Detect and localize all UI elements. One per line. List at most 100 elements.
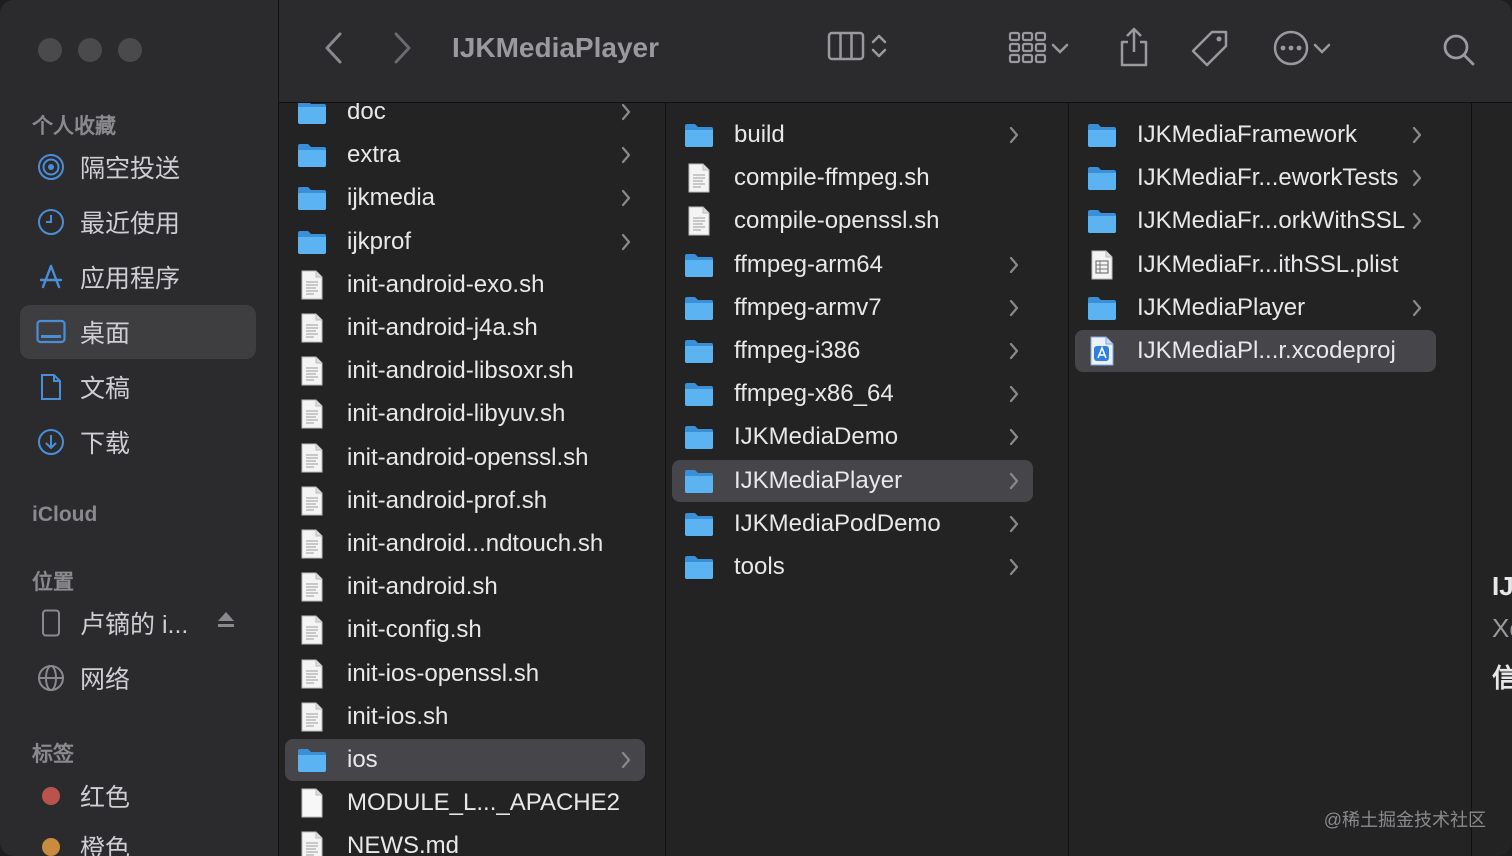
item-name: extra — [347, 141, 401, 169]
item-name: build — [734, 121, 785, 148]
folder-row[interactable]: ffmpeg-x86_64 — [672, 373, 1033, 415]
eject-icon[interactable] — [216, 610, 236, 635]
folder-row[interactable]: IJKMediaDemo — [672, 416, 1033, 458]
folder-icon — [297, 103, 327, 126]
item-name: init-android-libyuv.sh — [347, 400, 566, 428]
folder-icon — [297, 228, 327, 256]
sidebar-item-recents[interactable]: 最近使用 — [20, 195, 256, 249]
folder-row[interactable]: ijkprof — [285, 221, 645, 263]
item-name: init-ios-openssl.sh — [347, 659, 540, 687]
back-button[interactable] — [321, 30, 347, 66]
preview-title: IJ — [1492, 571, 1512, 601]
file-row[interactable]: init-android-prof.sh — [285, 480, 645, 522]
sidebar-item-label: 卢镝的 i... — [80, 611, 189, 639]
file-row[interactable]: init-android-openssl.sh — [285, 437, 645, 479]
folder-row[interactable]: IJKMediaPlayer — [1075, 287, 1436, 329]
folder-row[interactable]: ios — [285, 739, 645, 781]
text-file-icon — [297, 270, 327, 300]
phone-icon — [36, 608, 66, 638]
folder-row[interactable]: doc — [285, 103, 645, 133]
plist-file-icon — [1087, 250, 1117, 280]
sidebar-item-applications[interactable]: 应用程序 — [20, 250, 256, 304]
zoom-window-button[interactable] — [118, 38, 142, 62]
close-window-button[interactable] — [38, 38, 62, 62]
folder-row[interactable]: build — [672, 114, 1033, 156]
item-name: init-android-exo.sh — [347, 270, 545, 298]
sidebar-item-desktop[interactable]: 桌面 — [20, 305, 256, 359]
folder-row[interactable]: IJKMediaFramework — [1075, 114, 1436, 156]
file-row[interactable]: init-android-libsoxr.sh — [285, 350, 645, 392]
folder-row[interactable]: ffmpeg-i386 — [672, 330, 1033, 372]
item-name: IJKMediaFr...orkWithSSL — [1137, 207, 1406, 235]
file-row[interactable]: compile-ffmpeg.sh — [672, 157, 1033, 199]
file-row[interactable]: IJKMediaFr...ithSSL.plist — [1075, 244, 1436, 286]
file-row[interactable]: NEWS.md — [285, 825, 645, 856]
file-row[interactable]: MODULE_L..._APACHE2 — [285, 782, 645, 824]
sidebar-item-network[interactable]: 网络 — [20, 651, 256, 705]
minimize-window-button[interactable] — [78, 38, 102, 62]
sidebar-item-documents[interactable]: 文稿 — [20, 360, 256, 414]
search-button[interactable] — [1441, 32, 1477, 68]
folder-icon — [684, 294, 714, 322]
item-name: IJKMediaPodDemo — [734, 509, 941, 537]
folder-row[interactable]: IJKMediaPodDemo — [672, 503, 1033, 545]
sidebar-item-downloads[interactable]: 下载 — [20, 415, 256, 469]
sidebar-item-airdrop[interactable]: 隔空投送 — [20, 140, 256, 194]
file-icon — [297, 788, 327, 818]
more-actions-button[interactable] — [1271, 28, 1333, 68]
sidebar-item-iphone[interactable]: 卢镝的 i... — [20, 596, 256, 650]
file-row[interactable]: init-android-j4a.sh — [285, 307, 645, 349]
folder-icon — [1087, 164, 1117, 192]
folder-icon — [297, 746, 327, 774]
sidebar-item-label: 网络 — [80, 666, 131, 694]
file-row[interactable]: init-android-exo.sh — [285, 264, 645, 306]
folder-row[interactable]: ffmpeg-arm64 — [672, 244, 1033, 286]
item-name: IJKMediaPlayer — [734, 466, 903, 494]
item-name: init-android-prof.sh — [347, 486, 548, 514]
airdrop-icon — [36, 152, 66, 182]
chevron-right-icon — [1410, 124, 1424, 151]
folder-icon — [684, 380, 714, 408]
sidebar-item-tag-orange[interactable]: 橙色 — [20, 820, 256, 856]
folder-row[interactable]: IJKMediaPlayer — [672, 459, 1033, 502]
chevron-right-icon — [1007, 297, 1021, 324]
file-row[interactable]: init-android...ndtouch.sh — [285, 523, 645, 565]
folder-row[interactable]: IJKMediaFr...orkWithSSL — [1075, 200, 1436, 242]
text-file-icon — [297, 615, 327, 645]
item-name: compile-ffmpeg.sh — [734, 164, 930, 192]
item-name: init-config.sh — [347, 616, 482, 644]
folder-icon — [684, 553, 714, 581]
chevron-down-icon — [1313, 43, 1331, 54]
text-file-icon — [297, 572, 327, 602]
file-row[interactable]: init-ios.sh — [285, 696, 645, 738]
file-row[interactable]: init-android-libyuv.sh — [285, 393, 645, 435]
chevron-right-icon — [1007, 124, 1021, 151]
file-row[interactable]: init-config.sh — [285, 609, 645, 651]
folder-row[interactable]: ijkmedia — [285, 177, 645, 219]
file-row[interactable]: init-android.sh — [285, 566, 645, 608]
text-file-icon — [297, 356, 327, 386]
item-name: ios — [347, 746, 378, 773]
item-name: IJKMediaPlayer — [1137, 293, 1306, 321]
file-row[interactable]: compile-openssl.sh — [672, 200, 1033, 242]
file-row[interactable]: IJKMediaPl...r.xcodeproj — [1075, 330, 1436, 372]
sidebar-section-icloud: iCloud — [32, 503, 98, 526]
file-row[interactable]: init-ios-openssl.sh — [285, 653, 645, 695]
folder-row[interactable]: IJKMediaFr...eworkTests — [1075, 157, 1436, 199]
group-button[interactable] — [1007, 30, 1071, 66]
text-file-icon — [297, 313, 327, 343]
share-button[interactable] — [1117, 26, 1151, 68]
forward-button[interactable] — [389, 30, 415, 66]
folder-row[interactable]: tools — [672, 546, 1033, 588]
folder-row[interactable]: ffmpeg-armv7 — [672, 287, 1033, 329]
view-mode-button[interactable] — [827, 30, 891, 62]
sidebar-item-tag-red[interactable]: 红色 — [20, 769, 256, 823]
item-name: tools — [734, 553, 785, 580]
chevron-right-icon — [1410, 210, 1424, 237]
item-name: IJKMediaFr...eworkTests — [1137, 164, 1399, 192]
clock-icon — [36, 207, 66, 237]
sidebar-item-label: 隔空投送 — [80, 155, 181, 183]
folder-row[interactable]: extra — [285, 134, 645, 176]
tag-button[interactable] — [1189, 28, 1231, 70]
sidebar-item-label: 红色 — [80, 784, 131, 812]
